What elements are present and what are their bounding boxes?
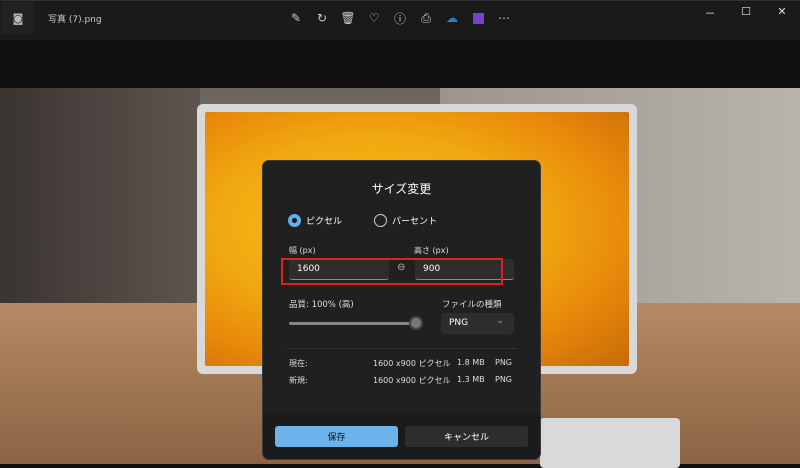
toolbar: ✎ ↻ 🗑 ♡ ⓘ ⎙ ☁ ⋯ xyxy=(286,9,514,27)
minimize-button[interactable]: － xyxy=(692,5,728,21)
radio-pixel[interactable]: ピクセル xyxy=(288,214,342,227)
close-button[interactable]: ✕ xyxy=(764,5,800,21)
current-size: 1.8 MB xyxy=(457,358,485,367)
width-label: 幅 (px) xyxy=(289,246,316,255)
edit-icon[interactable]: ✎ xyxy=(286,9,306,27)
dialog-title: サイズ変更 xyxy=(371,182,432,196)
new-size: 1.3 MB xyxy=(457,375,485,384)
new-format: PNG xyxy=(495,375,513,384)
height-label: 高さ (px) xyxy=(414,246,449,255)
onedrive-icon[interactable]: ☁ xyxy=(442,9,462,27)
quality-slider-thumb[interactable] xyxy=(409,316,423,330)
cancel-button[interactable]: キャンセル xyxy=(405,426,528,447)
photos-icon[interactable]: ◙ xyxy=(2,2,34,34)
clipchamp-icon[interactable] xyxy=(468,9,488,27)
radio-unselected-icon xyxy=(374,214,387,227)
current-label: 現在: xyxy=(289,359,308,368)
save-button[interactable]: 保存 xyxy=(275,426,398,447)
divider xyxy=(287,348,517,349)
dialog-footer: 保存 キャンセル xyxy=(263,413,540,459)
photo-mac-mini xyxy=(540,418,680,468)
file-name: 写真 (7).png xyxy=(48,15,102,25)
resize-dialog: サイズ変更 ピクセル パーセント 幅 (px) 高さ (px) 1600 ⊖ 9… xyxy=(262,160,541,460)
filetype-label: ファイルの種類 xyxy=(442,300,502,310)
info-icon[interactable]: ⓘ xyxy=(390,9,410,27)
highlight-box xyxy=(281,258,503,285)
filetype-select[interactable]: PNG ⌄ xyxy=(441,313,514,334)
rotate-icon[interactable]: ↻ xyxy=(312,9,332,27)
title-bar: ◙ 写真 (7).png ✎ ↻ 🗑 ♡ ⓘ ⎙ ☁ ⋯ － ☐ ✕ xyxy=(0,0,800,40)
radio-percent[interactable]: パーセント xyxy=(374,214,437,227)
radio-pixel-label: ピクセル xyxy=(306,217,343,227)
radio-selected-icon xyxy=(288,214,301,227)
filetype-value: PNG xyxy=(449,318,469,328)
current-format: PNG xyxy=(495,358,513,367)
quality-label: 品質: 100% (高) xyxy=(289,300,354,310)
new-label: 新規: xyxy=(289,376,308,385)
toolbar-background xyxy=(0,40,800,88)
maximize-button[interactable]: ☐ xyxy=(728,5,764,21)
new-dims: 1600 x900 ピクセル xyxy=(373,376,451,385)
more-icon[interactable]: ⋯ xyxy=(494,9,514,27)
delete-icon[interactable]: 🗑 xyxy=(338,9,358,27)
quality-slider[interactable] xyxy=(289,322,419,325)
chevron-down-icon: ⌄ xyxy=(496,316,504,326)
current-dims: 1600 x900 ピクセル xyxy=(373,359,451,368)
print-icon[interactable]: ⎙ xyxy=(416,9,436,27)
radio-percent-label: パーセント xyxy=(392,217,438,227)
heart-icon[interactable]: ♡ xyxy=(364,9,384,27)
